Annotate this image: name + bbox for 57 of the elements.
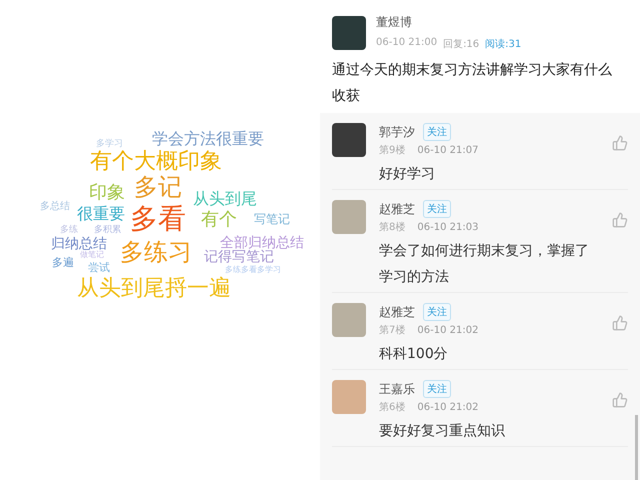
thumbs-up-icon[interactable]: [612, 392, 628, 408]
floor-number: 第7楼: [379, 324, 406, 337]
commenter-name: 王嘉乐: [379, 380, 415, 398]
avatar-photo: [332, 123, 366, 157]
cloud-word: 多积累: [94, 226, 121, 235]
cloud-word: 多记: [134, 175, 182, 199]
reply-count: 回复:16: [443, 38, 480, 51]
cloud-word: 从头到尾: [193, 191, 257, 207]
comment-text: 要好好复习重点知识: [379, 422, 506, 441]
cloud-word: 全部归纳总结: [220, 236, 304, 250]
floor-number: 第8楼: [379, 220, 406, 234]
avatar-photo: [332, 380, 366, 414]
commenter-name: 赵雅芝: [379, 304, 415, 320]
cloud-word: 做笔记: [80, 251, 104, 259]
cloud-word: 多练: [60, 226, 78, 235]
scrollbar: [635, 415, 638, 480]
cloud-word: 学会方法很重要: [152, 131, 264, 147]
thumbs-up-icon[interactable]: [612, 212, 628, 228]
avatar-photo: [332, 200, 366, 234]
thumbs-up-icon[interactable]: [612, 315, 628, 331]
floor-number: 第9楼: [379, 144, 406, 157]
avatar-photo: [332, 303, 366, 337]
cloud-word: 有个: [201, 211, 237, 229]
post-time: 06-10 21:00: [376, 37, 438, 50]
comment-text: 学会了如何进行期末复习，掌握了学习的方法: [379, 242, 590, 287]
cloud-word: 写笔记: [254, 213, 290, 225]
cloud-word: 有个大概印象: [90, 151, 222, 173]
follow-button[interactable]: 关注: [423, 200, 451, 218]
comment-text: 科科100分: [379, 345, 449, 364]
commenter-name: 赵雅芝: [379, 200, 415, 218]
comment-time: 06-10 21:02: [417, 402, 478, 412]
cloud-word: 多看: [130, 205, 186, 233]
cloud-word: 从头到尾捋一遍: [77, 278, 231, 300]
commenter-name: 郭芋汐: [379, 124, 415, 140]
cloud-word: 尝试: [88, 262, 110, 273]
follow-button[interactable]: 关注: [423, 123, 451, 141]
cloud-word: 归纳总结: [51, 237, 107, 251]
comment-text: 好好学习: [379, 165, 436, 184]
author-name: 董煜博: [376, 14, 413, 31]
post-text: 通过今天的期末复习方法讲解学习大家有什么收获: [332, 61, 613, 106]
cloud-word: 多练多看多学习: [225, 266, 281, 274]
cloud-word: 多练习: [120, 240, 192, 264]
follow-button[interactable]: 关注: [423, 380, 451, 398]
cloud-word: 多学习: [96, 140, 123, 149]
comment-time: 06-10 21:02: [417, 324, 478, 336]
avatar-photo: [332, 16, 366, 50]
read-count: 阅读:31: [485, 38, 522, 51]
follow-button[interactable]: 关注: [423, 303, 451, 321]
comment-time: 06-10 21:07: [417, 144, 478, 156]
comment-time: 06-10 21:03: [417, 222, 478, 232]
cloud-word: 印象: [89, 184, 125, 202]
thumbs-up-icon[interactable]: [612, 135, 628, 151]
cloud-word: 记得写笔记: [204, 250, 274, 264]
cloud-word: 多总结: [40, 202, 70, 212]
floor-number: 第6楼: [379, 400, 406, 414]
cloud-word: 多遍: [52, 257, 74, 268]
cloud-word: 很重要: [77, 206, 125, 222]
